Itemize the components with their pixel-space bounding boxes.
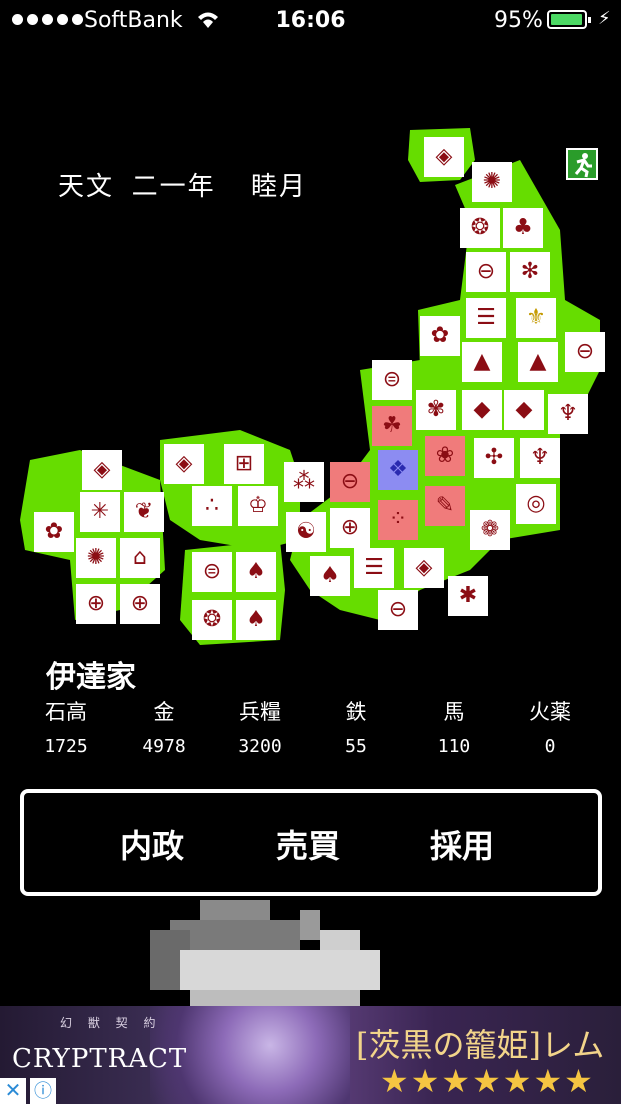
province-crest[interactable]: ♆ xyxy=(548,394,588,434)
ad-banner[interactable]: 幻 獣 契 約 CRYPTRACT [茨黒の籠姫]レム ★★★★★★★ ✕ ⓘ xyxy=(0,1006,621,1104)
charging-icon: ⚡ xyxy=(598,8,611,29)
province-crest[interactable]: ✎ xyxy=(425,486,465,526)
stat-label: 馬 xyxy=(443,700,465,724)
ad-title: [茨黒の籠姫]レム xyxy=(356,1026,605,1064)
province-crest[interactable]: ✳ xyxy=(80,492,120,532)
ad-subtitle: 幻 獣 契 約 xyxy=(60,1016,162,1030)
province-crest[interactable]: ☰ xyxy=(354,548,394,588)
province-crest[interactable]: ⌂ xyxy=(120,538,160,578)
province-crest[interactable]: ✺ xyxy=(472,162,512,202)
province-crest[interactable]: ◆ xyxy=(462,390,502,430)
province-crest[interactable]: ⊕ xyxy=(120,584,160,624)
battery-icon xyxy=(547,10,591,29)
trade-button[interactable]: 売買 xyxy=(276,821,340,867)
province-crest[interactable]: ▲ xyxy=(462,342,502,382)
province-crest[interactable]: ◈ xyxy=(404,548,444,588)
province-crest[interactable]: ♔ xyxy=(238,486,278,526)
stat-value: 3200 xyxy=(238,736,282,757)
domestic-button[interactable]: 内政 xyxy=(120,821,184,867)
command-menu: 内政 売買 採用 xyxy=(20,789,602,896)
province-crest[interactable]: ⚜ xyxy=(516,298,556,338)
province-crest[interactable]: ⁂ xyxy=(284,462,324,502)
province-crest[interactable]: ☯ xyxy=(286,512,326,552)
stat-value: 110 xyxy=(437,736,471,757)
status-bar: SoftBank 16:06 95% ⚡ xyxy=(0,0,621,40)
province-crest[interactable]: ♠ xyxy=(310,556,350,596)
stat-value: 4978 xyxy=(142,736,186,757)
stat-label: 鉄 xyxy=(345,700,367,724)
province-crest[interactable]: ⊜ xyxy=(372,360,412,400)
province-crest[interactable]: ☰ xyxy=(466,298,506,338)
stat-value: 1725 xyxy=(44,736,88,757)
province-crest[interactable]: ⊖ xyxy=(330,462,370,502)
province-crest[interactable]: ✿ xyxy=(420,316,460,356)
province-crest[interactable]: ❁ xyxy=(470,510,510,550)
province-crest[interactable]: ∴ xyxy=(192,486,232,526)
ad-rating-stars: ★★★★★★★ xyxy=(380,1062,595,1100)
province-crest[interactable]: ◈ xyxy=(82,450,122,490)
advisor-sprite xyxy=(150,900,380,1010)
province-crest[interactable]: ✾ xyxy=(416,390,456,430)
province-crest[interactable]: ✿ xyxy=(34,512,74,552)
province-crest[interactable]: ✺ xyxy=(76,538,116,578)
province-crest[interactable]: ◈ xyxy=(164,444,204,484)
province-crest[interactable]: ✻ xyxy=(510,252,550,292)
stat-value: 55 xyxy=(345,736,367,757)
province-crest[interactable]: ⊖ xyxy=(378,590,418,630)
province-crest[interactable]: ✱ xyxy=(448,576,488,616)
province-crest[interactable]: ♠ xyxy=(236,552,276,592)
province-crest[interactable]: ✣ xyxy=(474,438,514,478)
province-crest[interactable]: ❂ xyxy=(460,208,500,248)
province-crest[interactable]: ⁘ xyxy=(378,500,418,540)
province-crest[interactable]: ♠ xyxy=(236,600,276,640)
province-crest[interactable]: ❀ xyxy=(425,436,465,476)
province-crest[interactable]: ♆ xyxy=(520,438,560,478)
ad-info-icon[interactable]: ⓘ xyxy=(30,1078,56,1104)
stat-label: 金 xyxy=(153,700,175,724)
province-crest[interactable]: ⊞ xyxy=(224,444,264,484)
province-crest[interactable]: ⊕ xyxy=(76,584,116,624)
stat-label: 兵糧 xyxy=(239,700,281,724)
recruit-button[interactable]: 採用 xyxy=(430,821,494,867)
province-crest[interactable]: ❂ xyxy=(192,600,232,640)
province-crest[interactable]: ❖ xyxy=(378,450,418,490)
province-crest[interactable]: ◎ xyxy=(516,484,556,524)
province-crest[interactable]: ♣ xyxy=(503,208,543,248)
stat-label: 石高 xyxy=(45,700,87,724)
province-crest[interactable]: ⊜ xyxy=(192,552,232,592)
province-crest[interactable]: ❦ xyxy=(124,492,164,532)
stat-value: 0 xyxy=(544,736,556,757)
province-crest[interactable]: ◈ xyxy=(424,137,464,177)
province-crest[interactable]: ⊖ xyxy=(565,332,605,372)
province-crest[interactable]: ☘ xyxy=(372,406,412,446)
province-crest[interactable]: ⊕ xyxy=(330,508,370,548)
stat-label: 火薬 xyxy=(529,700,571,724)
province-crest[interactable]: ▲ xyxy=(518,342,558,382)
ad-close-icon[interactable]: ✕ xyxy=(0,1078,26,1104)
province-crest[interactable]: ⊖ xyxy=(466,252,506,292)
battery-percent: 95% xyxy=(494,8,543,33)
clan-name: 伊達家 xyxy=(46,660,136,695)
japan-map: ◈ ✺ ❂ ♣ ⊖ ✻ ☰ ⚜ ✿ ▲ ▲ ⊖ ⊜ ✾ ◆ ◆ ♆ ☘ ❀ ✣ … xyxy=(0,120,621,660)
ad-logo: CRYPTRACT xyxy=(12,1044,188,1074)
province-crest[interactable]: ◆ xyxy=(504,390,544,430)
